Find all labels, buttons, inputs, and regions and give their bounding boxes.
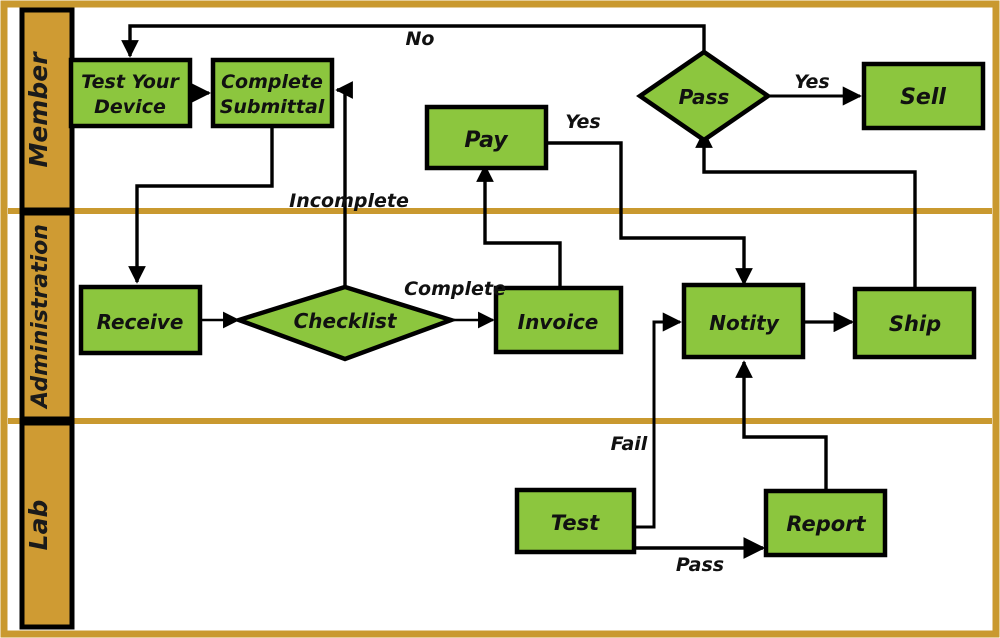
lane-label-administration: Administration <box>28 224 53 410</box>
edge-label-pass-test-report: Pass <box>676 554 724 576</box>
node-label-ship: Ship <box>889 312 941 336</box>
lane-label-member: Member <box>24 51 53 168</box>
edge-label-fail: Fail <box>611 433 648 455</box>
node-label-report: Report <box>786 512 866 536</box>
lane-header-administration: Administration <box>19 210 75 422</box>
node-test[interactable]: Test <box>514 487 637 555</box>
node-label-complete-submittal-line1: Complete <box>221 71 323 93</box>
node-notity[interactable]: Notity <box>681 282 806 360</box>
node-label-invoice: Invoice <box>518 310 599 334</box>
edge-label-yes-pay: Yes <box>565 111 601 133</box>
node-label-complete-submittal-line2: Submittal <box>220 96 325 118</box>
lane-label-lab: Lab <box>24 500 53 551</box>
edge-label-complete: Complete <box>404 278 506 300</box>
node-label-test-your-device-line2: Device <box>94 96 166 118</box>
lane-header-member: Member <box>19 7 75 213</box>
node-label-checklist: Checklist <box>294 309 398 333</box>
node-ship[interactable]: Ship <box>852 286 977 360</box>
node-complete-submittal[interactable]: Complete Submittal <box>210 57 335 129</box>
edge-label-yes-pass-sell: Yes <box>794 71 830 93</box>
node-test-your-device[interactable]: Test Your Device <box>68 57 193 129</box>
node-pay[interactable]: Pay <box>424 104 549 171</box>
node-label-test-your-device-line1: Test Your <box>81 71 180 93</box>
node-label-pay: Pay <box>464 128 509 153</box>
node-report[interactable]: Report <box>763 488 888 558</box>
swimlane-diagram: Member Administration Lab Test Your Devi… <box>0 0 1000 638</box>
node-invoice[interactable]: Invoice <box>493 285 624 355</box>
node-sell[interactable]: Sell <box>861 61 986 131</box>
node-label-notity: Notity <box>709 311 779 335</box>
lane-header-lab: Lab <box>19 420 75 630</box>
node-label-pass: Pass <box>679 85 730 109</box>
edge-label-incomplete: Incomplete <box>289 190 409 212</box>
node-receive[interactable]: Receive <box>78 284 203 356</box>
diagram-canvas: Member Administration Lab Test Your Devi… <box>0 0 1000 638</box>
edge-label-no: No <box>406 28 435 50</box>
node-label-receive: Receive <box>97 310 184 334</box>
node-label-sell: Sell <box>900 85 946 110</box>
node-label-test: Test <box>551 511 600 535</box>
